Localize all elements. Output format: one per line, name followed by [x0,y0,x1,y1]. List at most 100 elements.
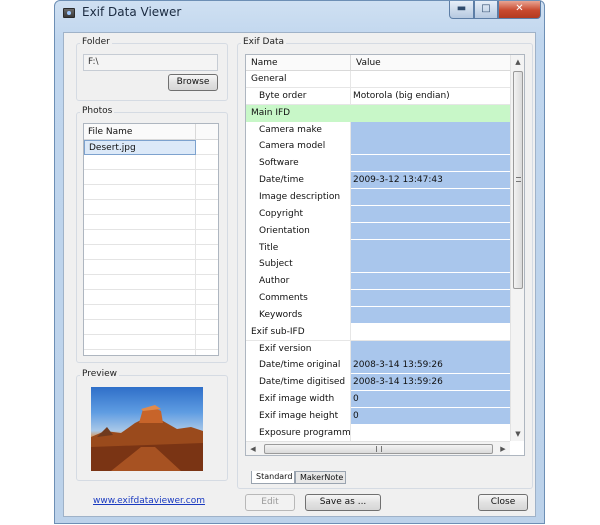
exif-field-value: Motorola (big endian) [353,90,450,101]
exif-field-value[interactable] [351,222,510,240]
list-item[interactable] [84,170,218,185]
file-name-column-header[interactable]: File Name [84,124,218,140]
list-item[interactable] [84,215,218,230]
close-window-button[interactable]: ✕ [498,1,541,19]
list-item[interactable] [84,230,218,245]
edit-button[interactable]: Edit [245,494,295,511]
app-window: Exif Data Viewer ▬ □ ✕ Folder F:\ Browse… [54,0,545,524]
name-column-header[interactable]: Name [246,55,351,71]
exif-field-value[interactable] [351,188,510,206]
table-row[interactable]: Exif version [246,340,510,358]
exif-field-value[interactable]: 0 [351,408,510,425]
exif-field-value[interactable] [351,138,510,156]
list-item[interactable] [84,155,218,170]
exif-field-value[interactable] [351,340,510,358]
exif-field-name: Image description [246,188,351,206]
table-row[interactable]: Exif image width 0 [246,391,510,409]
list-item[interactable] [84,290,218,305]
table-row[interactable]: Comments [246,290,510,308]
scroll-right-arrow-icon[interactable]: ▶ [496,442,510,455]
table-row[interactable]: Keywords [246,306,510,324]
file-name-cell [84,260,196,275]
folder-group [76,43,228,101]
exif-field-value[interactable] [351,155,510,173]
vertical-scrollbar[interactable]: ▲ ▼ [510,55,524,441]
exif-field-value[interactable] [351,256,510,274]
exif-field-name: Exif version [246,340,351,358]
file-name-header-label: File Name [84,124,196,140]
table-row[interactable]: Date/time digitised 2008-3-14 13:59:26 [246,374,510,392]
table-row[interactable]: Copyright [246,205,510,223]
list-item[interactable] [84,245,218,260]
exif-field-name: Date/time [246,172,351,190]
table-row[interactable]: Title [246,239,510,257]
list-item[interactable] [84,320,218,335]
file-name-cell: Desert.jpg [84,140,196,155]
exif-field-value[interactable] [351,273,510,291]
photo-preview-image [91,387,203,471]
scroll-left-arrow-icon[interactable]: ◀ [246,442,260,455]
exif-field-value [351,71,510,88]
window-title: Exif Data Viewer [82,5,182,19]
value-column-header[interactable]: Value [351,55,510,71]
table-row[interactable]: Date/time original 2008-3-14 13:59:26 [246,357,510,375]
list-item[interactable] [84,335,218,350]
tab-makernote[interactable]: MakerNote [295,471,346,484]
list-item[interactable] [84,350,218,355]
list-item[interactable]: Desert.jpg [84,140,218,155]
exif-field-value[interactable] [351,290,510,308]
exif-field-name: Subject [246,256,351,274]
save-as-button[interactable]: Save as ... [305,494,381,511]
file-name-cell [84,305,196,320]
table-row[interactable]: Image description [246,188,510,206]
list-item[interactable] [84,260,218,275]
exif-data-grid[interactable]: Name Value General Byte order Motorola (bi… [245,54,525,456]
scroll-down-arrow-icon[interactable]: ▼ [511,427,524,441]
table-row[interactable]: Date/time 2009-3-12 13:47:43 [246,172,510,190]
table-row[interactable]: Orientation [246,222,510,240]
table-row[interactable]: General [246,71,510,88]
file-name-cell [84,170,196,185]
table-row[interactable]: Exif sub-IFD [246,323,510,341]
exif-field-value[interactable] [351,121,510,139]
exif-field-value[interactable]: 2008-3-14 13:59:26 [351,357,510,375]
file-name-cell [84,320,196,335]
exif-field-value[interactable] [351,205,510,223]
exif-field-name: Orientation [246,222,351,240]
table-row[interactable]: Author [246,273,510,291]
scroll-up-arrow-icon[interactable]: ▲ [511,55,524,69]
exif-field-value[interactable] [351,306,510,324]
exif-field-value[interactable]: 2009-3-12 13:47:43 [351,172,510,190]
exif-field-name: Date/time digitised [246,374,351,392]
website-link[interactable]: www.exifdataviewer.com [93,496,205,506]
exif-field-value [351,425,510,442]
table-row[interactable]: Main IFD [246,104,510,122]
table-row[interactable]: Camera model [246,138,510,156]
maximize-button[interactable]: □ [474,1,498,19]
list-item[interactable] [84,305,218,320]
photos-list[interactable]: File Name Desert.jpg [83,123,219,356]
table-row[interactable]: Software [246,155,510,173]
exif-field-value[interactable]: 2008-3-14 13:59:26 [351,374,510,392]
exif-field-value[interactable] [351,239,510,257]
title-bar[interactable]: Exif Data Viewer ▬ □ ✕ [55,1,544,27]
table-row[interactable]: Byte order Motorola (big endian) [246,87,510,105]
list-item[interactable] [84,275,218,290]
table-row[interactable]: Subject [246,256,510,274]
folder-path-field[interactable]: F:\ [83,54,218,71]
table-row[interactable]: Exif image height 0 [246,408,510,425]
list-item[interactable] [84,185,218,200]
browse-button[interactable]: Browse [168,74,218,91]
horizontal-scrollbar[interactable]: ◀ ▶ [246,441,510,455]
table-row[interactable]: Exposure programme [246,424,510,442]
minimize-button[interactable]: ▬ [449,1,474,19]
list-item[interactable] [84,200,218,215]
vertical-scroll-thumb[interactable] [513,71,523,289]
horizontal-scroll-thumb[interactable] [264,444,493,454]
file-name-cell [84,290,196,305]
exif-field-value[interactable]: 0 [351,391,510,409]
tab-standard[interactable]: Standard [251,471,295,484]
close-button[interactable]: Close [478,494,528,511]
exif-field-name: Keywords [246,306,351,324]
table-row[interactable]: Camera make [246,121,510,139]
